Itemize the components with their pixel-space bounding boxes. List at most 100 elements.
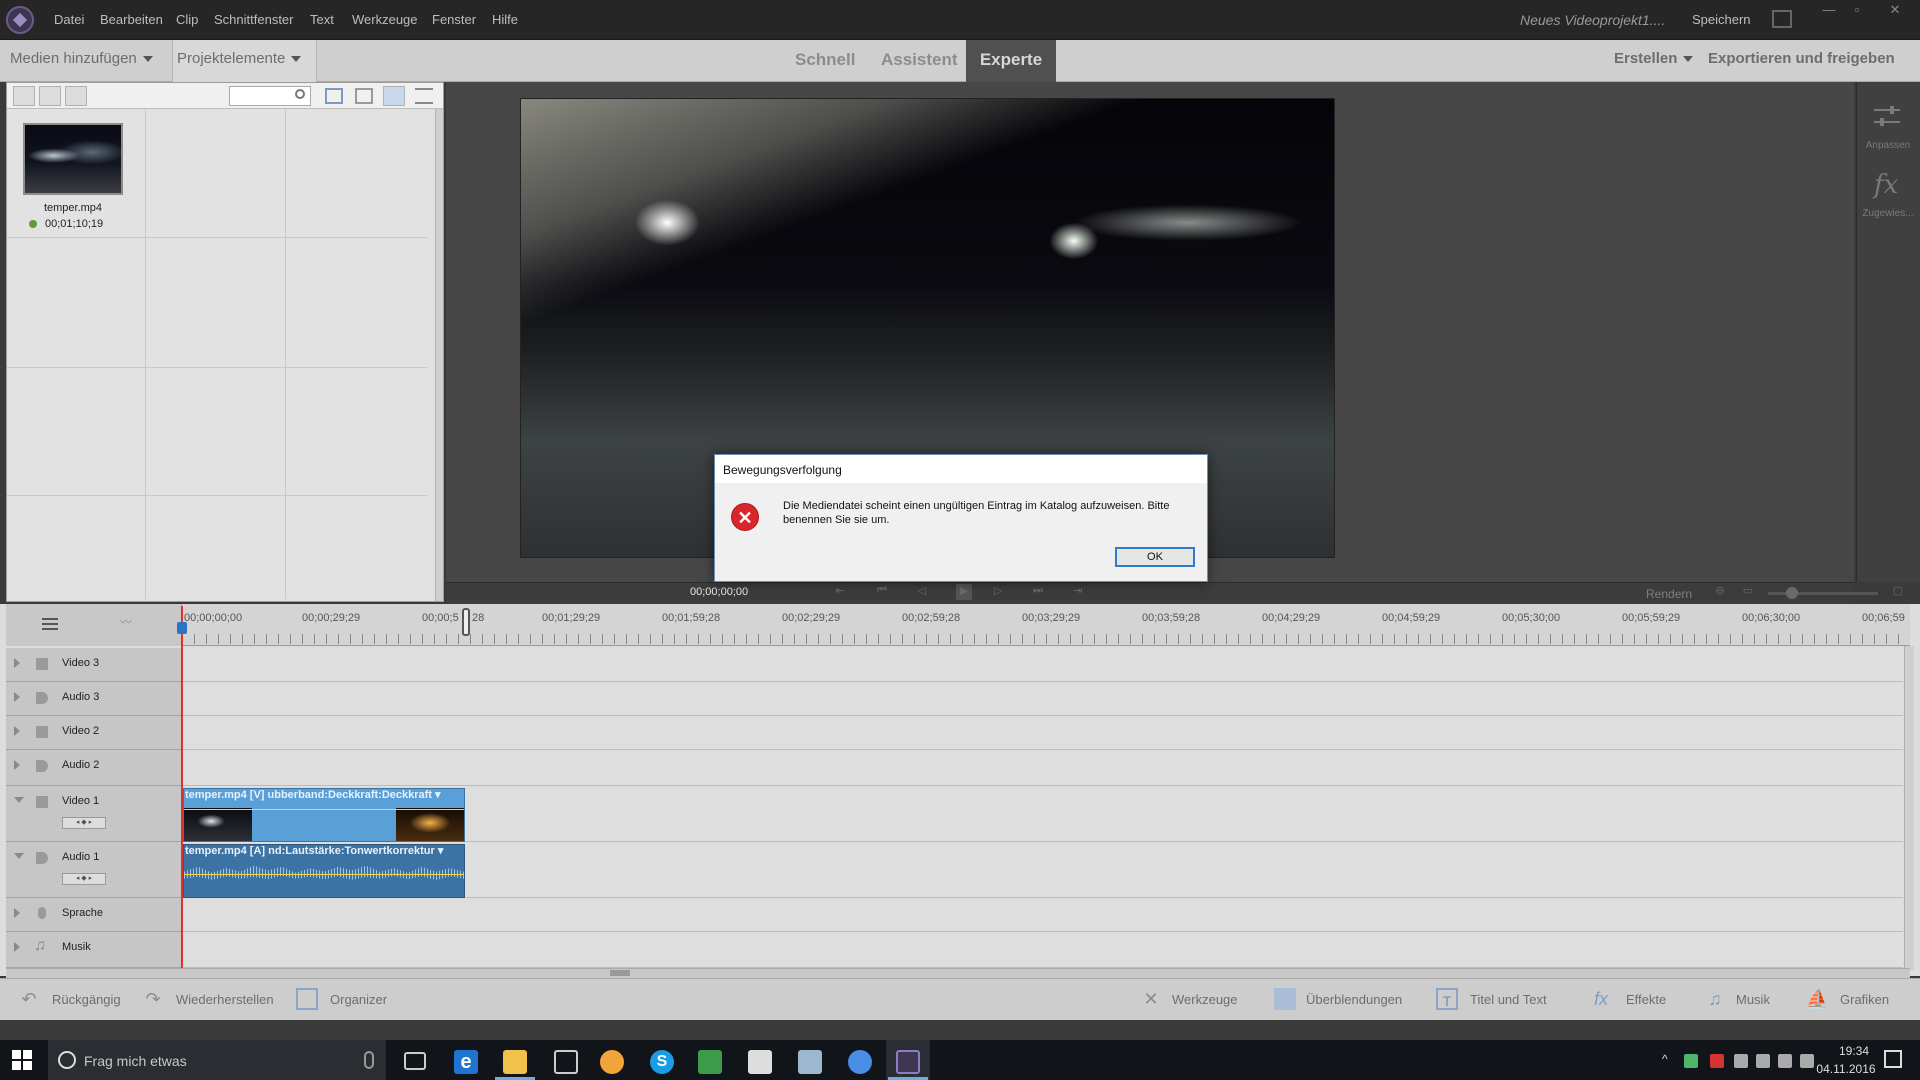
music-icon[interactable]: ♫ xyxy=(1704,988,1726,1010)
close-icon[interactable]: ✕ xyxy=(1884,2,1906,18)
expand-arrow-icon[interactable] xyxy=(14,726,20,736)
tab-schnell[interactable]: Schnell xyxy=(795,40,855,82)
microphone-icon[interactable] xyxy=(364,1051,374,1069)
organizer-button[interactable]: Organizer xyxy=(330,992,387,1007)
skype-icon[interactable]: S xyxy=(650,1050,674,1074)
titles-button[interactable]: Titel und Text xyxy=(1470,992,1547,1007)
menu-text[interactable]: Text xyxy=(310,12,334,27)
list-menu-icon[interactable] xyxy=(415,88,433,104)
create-menu[interactable]: Erstellen xyxy=(1614,50,1694,67)
zoom-in-icon[interactable]: ▢ xyxy=(1890,584,1906,600)
add-media-button[interactable]: Medien hinzufügen xyxy=(0,40,170,82)
next-edit-icon[interactable]: ⏭ xyxy=(1030,584,1046,600)
tab-experte[interactable]: Experte xyxy=(966,40,1056,82)
folder-icon[interactable] xyxy=(325,88,343,104)
redo-button[interactable]: Wiederherstellen xyxy=(176,992,274,1007)
trash-icon[interactable] xyxy=(355,88,373,104)
pin-icon[interactable] xyxy=(383,86,405,106)
track-video-2[interactable] xyxy=(183,716,1903,750)
tools-button[interactable]: Werkzeuge xyxy=(1172,992,1238,1007)
graphics-icon[interactable]: ⛵ xyxy=(1806,988,1828,1010)
go-to-start-icon[interactable]: ⇤ xyxy=(832,584,848,600)
clock-time[interactable]: 19:34 xyxy=(1824,1044,1884,1058)
effects-button[interactable]: Effekte xyxy=(1626,992,1666,1007)
zoom-fit-icon[interactable]: ▭ xyxy=(1740,584,1756,600)
menu-hilfe[interactable]: Hilfe xyxy=(492,12,518,27)
menu-fenster[interactable]: Fenster xyxy=(432,12,476,27)
adjust-sliders-icon[interactable] xyxy=(1872,104,1902,130)
menu-clip[interactable]: Clip xyxy=(176,12,198,27)
expand-arrow-icon[interactable] xyxy=(14,692,20,702)
expand-arrow-icon[interactable] xyxy=(14,908,20,918)
volume-icon[interactable] xyxy=(1778,1054,1792,1068)
chrome-browser-icon[interactable] xyxy=(848,1050,872,1074)
music-button[interactable]: Musik xyxy=(1736,992,1770,1007)
app-icon[interactable] xyxy=(600,1050,624,1074)
previous-edit-icon[interactable]: ⏮ xyxy=(874,584,890,600)
transitions-button[interactable]: Überblendungen xyxy=(1306,992,1402,1007)
collapse-arrow-icon[interactable] xyxy=(14,797,24,803)
go-to-end-icon[interactable]: ⇥ xyxy=(1070,584,1086,600)
filter-audio-icon[interactable] xyxy=(65,86,87,106)
battery-icon[interactable] xyxy=(1734,1054,1748,1068)
filter-image-icon[interactable] xyxy=(39,86,61,106)
expand-arrow-icon[interactable] xyxy=(14,760,20,770)
keyframe-controls[interactable]: ◂ ◆ ▸ xyxy=(62,817,106,829)
menu-schnittfenster[interactable]: Schnittfenster xyxy=(214,12,294,27)
expand-arrow-icon[interactable] xyxy=(14,942,20,952)
media-thumbnail[interactable] xyxy=(23,123,123,195)
photos-app-icon[interactable] xyxy=(798,1050,822,1074)
redo-icon[interactable]: ↷ xyxy=(142,988,164,1010)
clock-date[interactable]: 04.11.2016 xyxy=(1806,1062,1886,1076)
menu-werkzeuge[interactable]: Werkzeuge xyxy=(352,12,418,27)
tray-security-icon[interactable] xyxy=(1710,1054,1724,1068)
ok-button[interactable]: OK xyxy=(1115,547,1195,567)
task-view-icon[interactable] xyxy=(404,1052,426,1070)
track-video-3[interactable] xyxy=(183,648,1903,682)
zoom-out-icon[interactable]: ⊖ xyxy=(1712,584,1728,600)
applied-effects-icon[interactable]: fx xyxy=(1874,170,1898,200)
premiere-elements-icon[interactable] xyxy=(896,1050,920,1074)
graphics-button[interactable]: Grafiken xyxy=(1840,992,1889,1007)
tray-expand-icon[interactable]: ^ xyxy=(1662,1052,1668,1066)
notification-center-icon[interactable] xyxy=(1884,1050,1902,1068)
timeline-horizontal-scrollbar[interactable] xyxy=(6,968,1910,978)
store-icon[interactable] xyxy=(554,1050,578,1074)
project-elements-button[interactable]: Projektelemente xyxy=(172,40,317,82)
export-share-menu[interactable]: Exportieren und freigeben xyxy=(1708,50,1895,67)
track-audio-3[interactable] xyxy=(183,682,1903,716)
fx-icon[interactable]: fx xyxy=(1590,988,1612,1010)
tools-icon[interactable]: ✕ xyxy=(1140,988,1162,1010)
fullscreen-icon[interactable] xyxy=(1772,10,1792,28)
text-icon[interactable]: T xyxy=(1436,988,1458,1010)
tray-app-icon[interactable] xyxy=(1684,1054,1698,1068)
app-logo-icon[interactable] xyxy=(6,6,34,34)
playhead[interactable] xyxy=(181,606,183,970)
playhead-handle[interactable] xyxy=(177,622,187,634)
edge-browser-icon[interactable]: e xyxy=(454,1050,478,1074)
track-narration[interactable] xyxy=(183,898,1903,932)
undo-icon[interactable]: ↶ xyxy=(18,988,40,1010)
step-back-icon[interactable]: ◁ xyxy=(914,584,930,600)
organizer-icon[interactable] xyxy=(296,988,318,1010)
collapse-arrow-icon[interactable] xyxy=(14,853,24,859)
step-forward-icon[interactable]: ▷ xyxy=(990,584,1006,600)
timeline-vertical-scrollbar[interactable] xyxy=(1904,646,1914,970)
keyframe-controls[interactable]: ◂ ◆ ▸ xyxy=(62,873,106,885)
render-button[interactable]: Rendern xyxy=(1646,587,1692,601)
track-header-music[interactable] xyxy=(6,932,182,968)
transitions-icon[interactable] xyxy=(1274,988,1296,1010)
volume-rubberband[interactable] xyxy=(184,874,464,875)
work-area-marker[interactable] xyxy=(462,608,470,636)
maximize-icon[interactable]: ▫ xyxy=(1846,2,1868,18)
menu-bearbeiten[interactable]: Bearbeiten xyxy=(100,12,163,27)
spreadsheet-app-icon[interactable] xyxy=(698,1050,722,1074)
track-audio-2[interactable] xyxy=(183,750,1903,786)
zoom-slider-handle[interactable] xyxy=(1786,587,1798,599)
calculator-icon[interactable] xyxy=(748,1050,772,1074)
play-icon[interactable]: ▶ xyxy=(956,584,972,600)
media-scrollbar[interactable] xyxy=(435,109,443,601)
menu-datei[interactable]: Datei xyxy=(54,12,84,27)
expand-arrow-icon[interactable] xyxy=(14,658,20,668)
minimize-icon[interactable]: — xyxy=(1818,2,1840,18)
